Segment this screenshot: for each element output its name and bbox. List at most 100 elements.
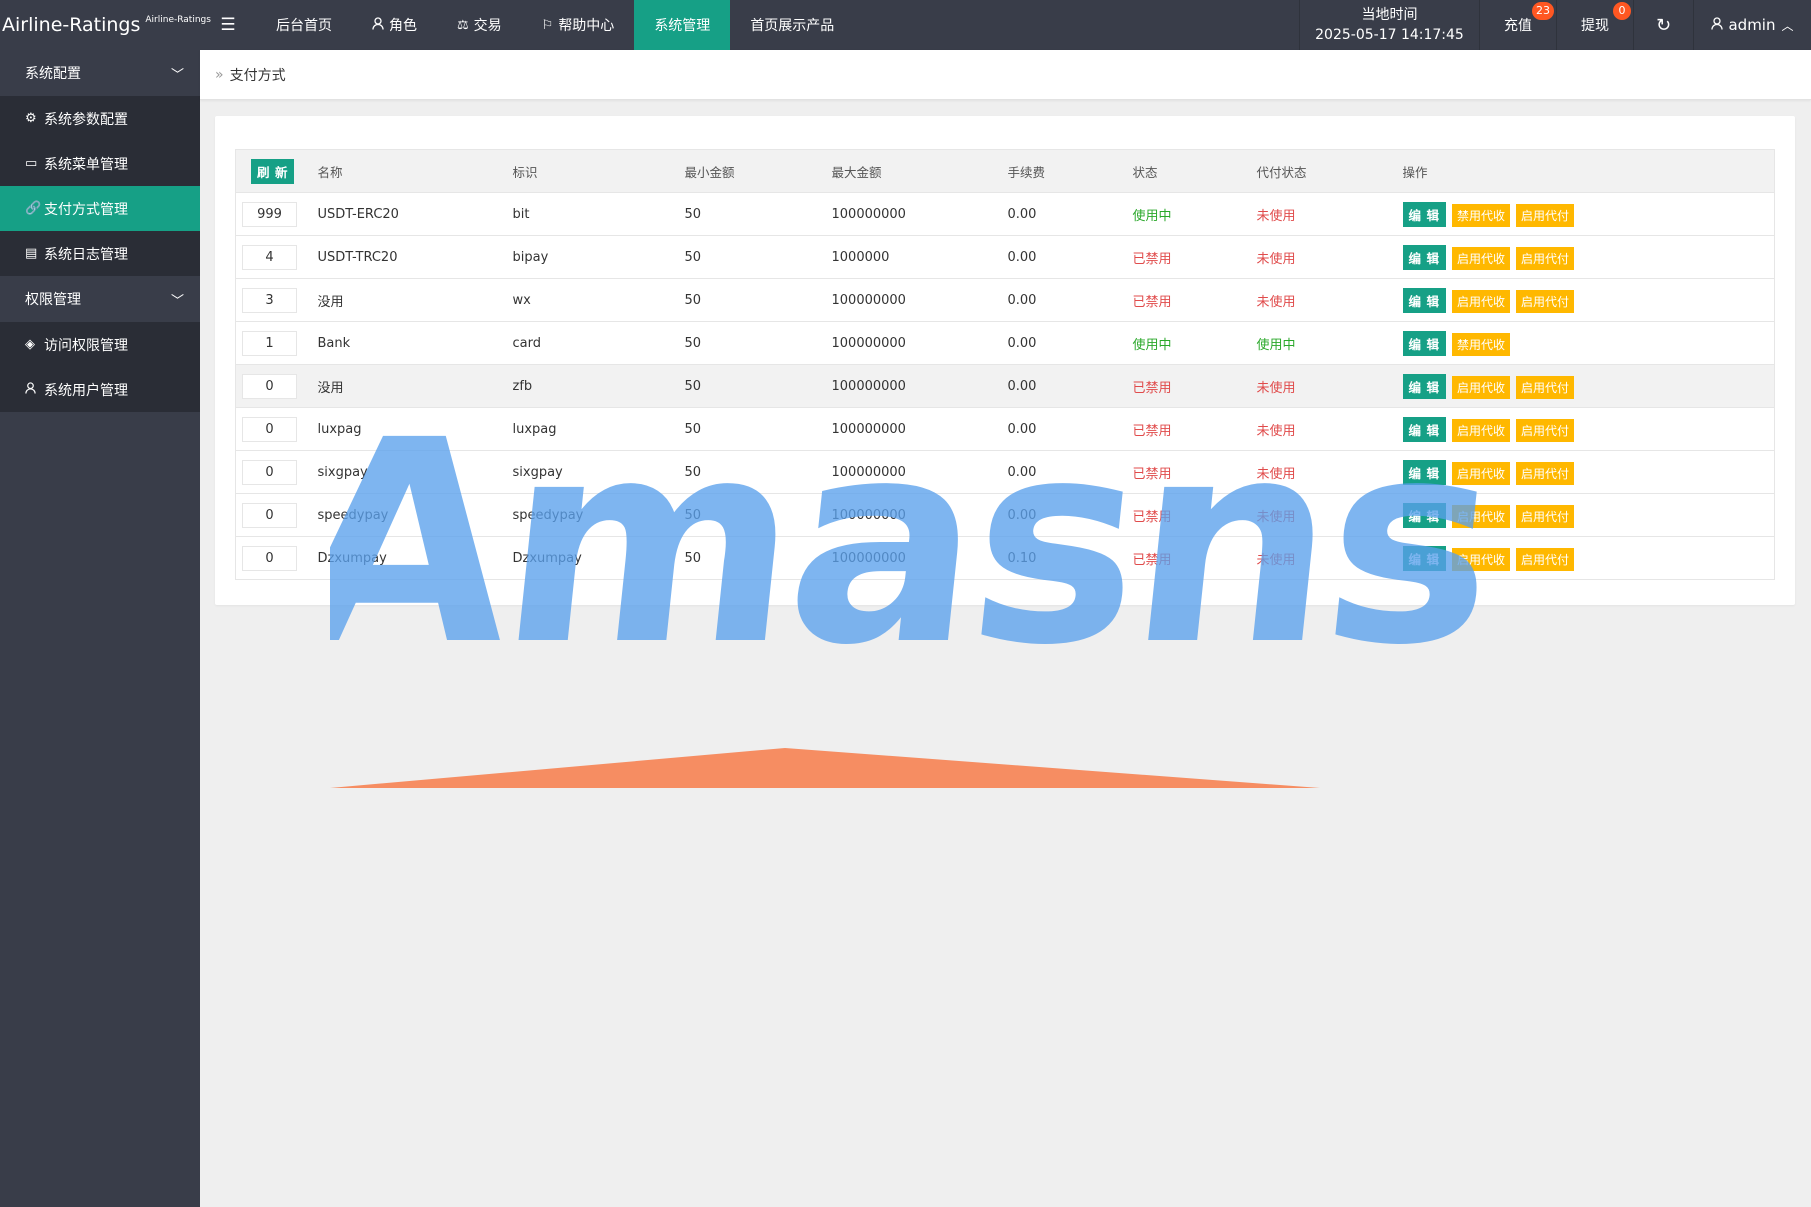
cell-fee: 0.00 bbox=[997, 278, 1123, 322]
edit-button[interactable]: 编 辑 bbox=[1402, 287, 1446, 313]
toggle-action-button[interactable]: 启用代付 bbox=[1516, 375, 1575, 399]
toggle-action-button[interactable]: 禁用代收 bbox=[1451, 203, 1510, 227]
sidebar-group-label: 权限管理 bbox=[25, 292, 81, 308]
logo[interactable]: Airline-Ratings Airline-Ratings bbox=[0, 0, 211, 50]
gear-icon: ⚙ bbox=[25, 111, 37, 126]
edit-button[interactable]: 编 辑 bbox=[1402, 373, 1446, 399]
cell-code: speedypay bbox=[502, 493, 675, 537]
cell-fee: 0.00 bbox=[997, 192, 1123, 236]
cell-status: 已禁用 bbox=[1122, 407, 1247, 451]
cell-code: bipay bbox=[502, 235, 675, 279]
top-right-area: 当地时间 2025-05-17 14:17:45 充值 23 提现 0 ↻ ad… bbox=[1299, 0, 1811, 50]
toggle-action-button[interactable]: 启用代收 bbox=[1451, 246, 1510, 270]
sidebar-item-access[interactable]: ◈ 访问权限管理 bbox=[0, 322, 200, 367]
nav-help[interactable]: ⚐ 帮助中心 bbox=[522, 0, 635, 50]
sort-order-input[interactable] bbox=[242, 330, 297, 356]
sidebar-item-payment[interactable]: 🔗 支付方式管理 bbox=[0, 186, 200, 231]
edit-button[interactable]: 编 辑 bbox=[1402, 244, 1446, 270]
cell-payout-status: 使用中 bbox=[1246, 321, 1393, 365]
sidebar-item-label: 系统日志管理 bbox=[44, 246, 128, 263]
sort-order-input[interactable] bbox=[242, 201, 297, 227]
edit-button[interactable]: 编 辑 bbox=[1402, 545, 1446, 571]
document-icon: ▤ bbox=[25, 246, 38, 261]
cell-name: luxpag bbox=[307, 407, 503, 451]
toggle-action-button[interactable]: 启用代付 bbox=[1516, 203, 1575, 227]
toggle-action-button[interactable]: 禁用代收 bbox=[1451, 332, 1510, 356]
toggle-action-button[interactable]: 启用代收 bbox=[1451, 375, 1510, 399]
nav-system[interactable]: 系统管理 bbox=[634, 0, 731, 50]
user-menu[interactable]: admin ︿ bbox=[1693, 0, 1811, 50]
toggle-action-button[interactable]: 启用代付 bbox=[1516, 547, 1575, 571]
sort-order-input[interactable] bbox=[242, 502, 297, 528]
sort-order-input[interactable] bbox=[242, 416, 297, 442]
cell-code: Dzxumpay bbox=[502, 536, 675, 580]
cell-min-amount: 50 bbox=[674, 536, 822, 580]
sort-order-input[interactable] bbox=[242, 244, 297, 270]
withdraw-badge: 0 bbox=[1613, 2, 1631, 20]
cell-max-amount: 1000000 bbox=[821, 235, 998, 279]
sort-order-input[interactable] bbox=[242, 373, 297, 399]
toggle-action-button[interactable]: 启用代收 bbox=[1451, 504, 1510, 528]
sidebar-item-menus[interactable]: ▭ 系统菜单管理 bbox=[0, 141, 200, 186]
sidebar-item-logs[interactable]: ▤ 系统日志管理 bbox=[0, 231, 200, 276]
toggle-action-button[interactable]: 启用代付 bbox=[1516, 246, 1575, 270]
sort-order-input[interactable] bbox=[242, 287, 297, 313]
toggle-action-button[interactable]: 启用代付 bbox=[1516, 418, 1575, 442]
header-code: 标识 bbox=[502, 149, 675, 193]
sidebar-item-label: 支付方式管理 bbox=[44, 201, 128, 218]
withdraw-button[interactable]: 提现 0 bbox=[1556, 0, 1633, 50]
toggle-action-button[interactable]: 启用代付 bbox=[1516, 504, 1575, 528]
toggle-action-button[interactable]: 启用代收 bbox=[1451, 547, 1510, 571]
edit-button[interactable]: 编 辑 bbox=[1402, 330, 1446, 356]
cell-code: wx bbox=[502, 278, 675, 322]
header-name: 名称 bbox=[307, 149, 503, 193]
sidebar-item-params[interactable]: ⚙ 系统参数配置 bbox=[0, 96, 200, 141]
recharge-button[interactable]: 充值 23 bbox=[1479, 0, 1556, 50]
refresh-table-button[interactable]: 刷 新 bbox=[251, 158, 295, 184]
cell-code: sixgpay bbox=[502, 450, 675, 494]
menu-toggle-button[interactable]: ☰ bbox=[200, 0, 256, 50]
nav-trade[interactable]: ⚖ 交易 bbox=[437, 0, 522, 50]
user-name: admin bbox=[1728, 16, 1776, 34]
nav-label: 系统管理 bbox=[654, 18, 711, 34]
edit-button[interactable]: 编 辑 bbox=[1402, 201, 1446, 227]
nav-dashboard[interactable]: 后台首页 bbox=[256, 0, 352, 50]
window-icon: ▭ bbox=[25, 156, 38, 171]
sidebar-group-permissions[interactable]: 权限管理 ﹀ bbox=[0, 276, 200, 322]
withdraw-label: 提现 bbox=[1581, 18, 1609, 34]
edit-button[interactable]: 编 辑 bbox=[1402, 502, 1446, 528]
nav-label: 帮助中心 bbox=[558, 18, 615, 34]
cell-min-amount: 50 bbox=[674, 192, 822, 236]
chevron-down-icon: ﹀ bbox=[170, 293, 184, 309]
cell-max-amount: 100000000 bbox=[821, 450, 998, 494]
cell-max-amount: 100000000 bbox=[821, 493, 998, 537]
toggle-action-button[interactable]: 启用代收 bbox=[1451, 418, 1510, 442]
table-row: speedypayspeedypay501000000000.00已禁用未使用编… bbox=[235, 493, 1775, 537]
refresh-page-button[interactable]: ↻ bbox=[1633, 0, 1693, 50]
header-fee: 手续费 bbox=[997, 149, 1123, 193]
toggle-action-button[interactable]: 启用代收 bbox=[1451, 461, 1510, 485]
nav-products[interactable]: 首页展示产品 bbox=[730, 0, 854, 50]
cell-min-amount: 50 bbox=[674, 493, 822, 537]
header-min-amount: 最小金额 bbox=[674, 149, 822, 193]
sidebar-group-system-config[interactable]: 系统配置 ﹀ bbox=[0, 50, 200, 96]
cell-max-amount: 100000000 bbox=[821, 321, 998, 365]
cell-name: Bank bbox=[307, 321, 503, 365]
sort-order-input[interactable] bbox=[242, 545, 297, 571]
cell-status: 已禁用 bbox=[1122, 364, 1247, 408]
toggle-action-button[interactable]: 启用代付 bbox=[1516, 461, 1575, 485]
user-icon bbox=[25, 381, 44, 398]
sort-order-input[interactable] bbox=[242, 459, 297, 485]
toggle-action-button[interactable]: 启用代付 bbox=[1516, 289, 1575, 313]
refresh-icon: ↻ bbox=[1655, 14, 1672, 36]
nav-role[interactable]: 角色 bbox=[352, 0, 437, 50]
logo-main-text: Airline-Ratings bbox=[2, 14, 141, 36]
header-payout-status: 代付状态 bbox=[1246, 149, 1393, 193]
sidebar-item-users[interactable]: 系统用户管理 bbox=[0, 367, 200, 412]
cell-name: USDT-TRC20 bbox=[307, 235, 503, 279]
edit-button[interactable]: 编 辑 bbox=[1402, 459, 1446, 485]
edit-button[interactable]: 编 辑 bbox=[1402, 416, 1446, 442]
cell-name: sixgpay bbox=[307, 450, 503, 494]
nav-label: 首页展示产品 bbox=[750, 18, 835, 34]
toggle-action-button[interactable]: 启用代收 bbox=[1451, 289, 1510, 313]
